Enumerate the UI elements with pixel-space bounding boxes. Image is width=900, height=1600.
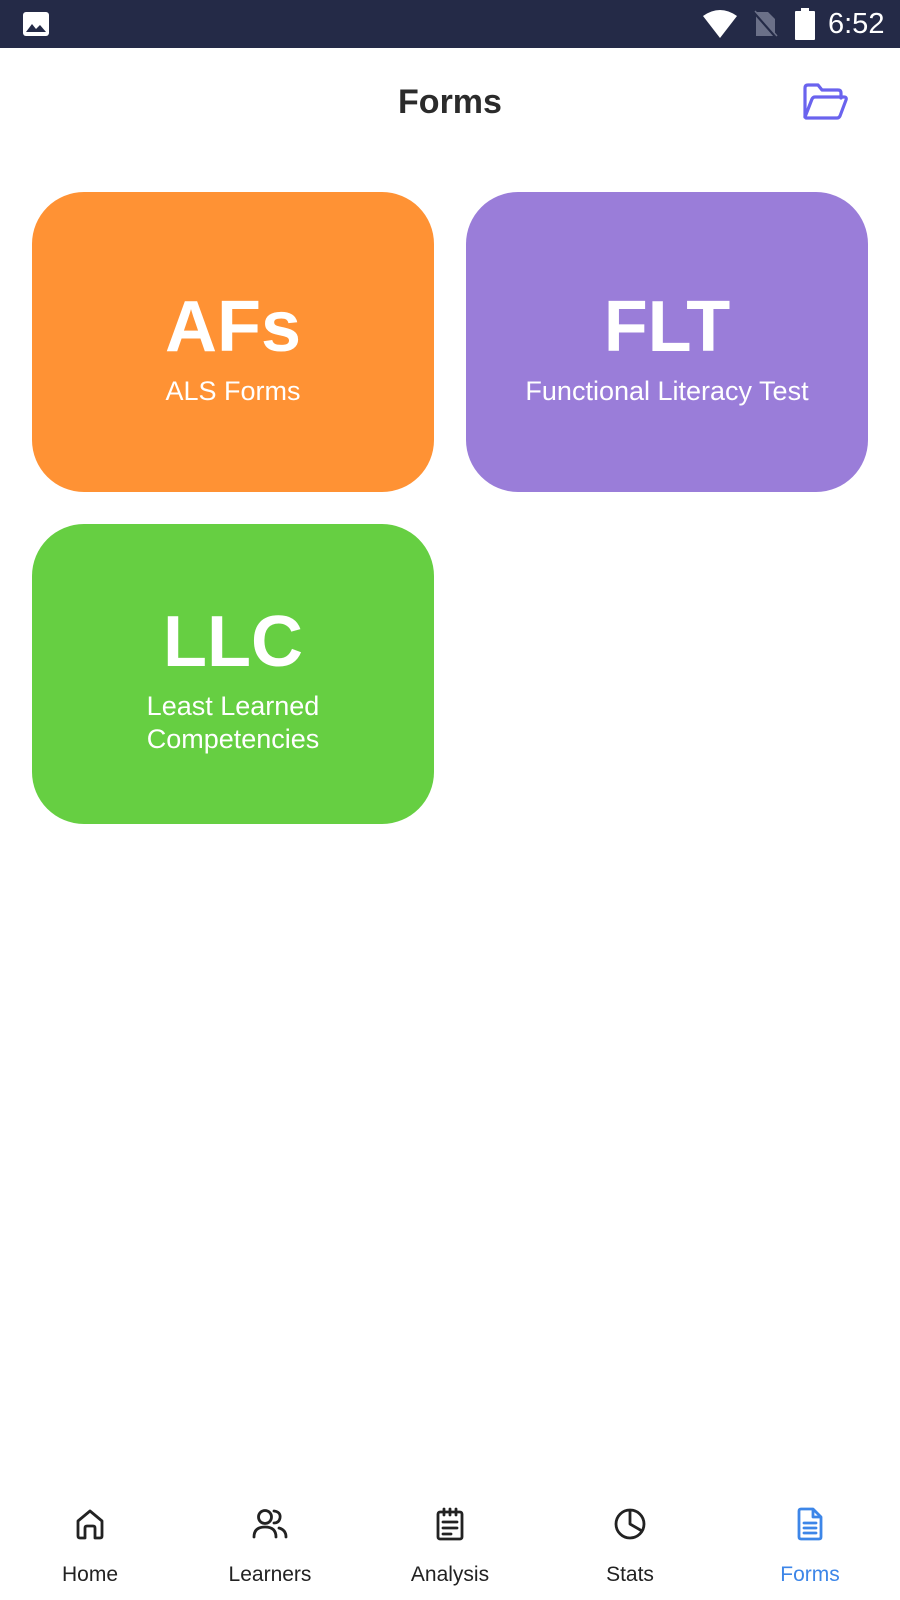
forms-screen: 6:52 Forms AFs ALS Forms FLT Functional … — [0, 0, 900, 1600]
status-time: 6:52 — [828, 8, 885, 40]
battery-icon — [795, 8, 815, 40]
card-label: Least Learned Competencies — [146, 691, 320, 754]
nav-label: Forms — [780, 1563, 840, 1586]
gallery-icon — [23, 12, 49, 36]
folder-open-icon — [803, 83, 848, 120]
card-abbreviation: LLC — [163, 602, 303, 682]
nav-label: Home — [61, 1563, 119, 1586]
nav-item-analysis[interactable]: Analysis — [360, 1486, 540, 1600]
nav-label: Stats — [606, 1563, 654, 1586]
nav-item-learners[interactable]: Learners — [180, 1486, 360, 1600]
als-forms-card[interactable]: AFs ALS Forms — [32, 192, 434, 492]
functional-literacy-test-card[interactable]: FLT Functional Literacy Test — [466, 192, 868, 492]
home-icon — [70, 1504, 110, 1544]
open-folder-button[interactable] — [800, 78, 850, 126]
card-abbreviation: FLT — [603, 287, 731, 367]
app-header: Forms — [0, 48, 900, 158]
bottom-navigation: Home Learners Analysis Stats Forms — [0, 1486, 900, 1600]
document-icon — [790, 1504, 830, 1544]
nav-item-home[interactable]: Home — [0, 1486, 180, 1600]
nav-label: Analysis — [410, 1563, 490, 1586]
page-title: Forms — [398, 83, 502, 121]
card-abbreviation: AFs — [164, 287, 302, 367]
users-icon — [250, 1504, 290, 1544]
clipboard-icon — [430, 1504, 470, 1544]
nav-item-stats[interactable]: Stats — [540, 1486, 720, 1600]
no-sim-icon — [752, 10, 778, 38]
nav-item-forms[interactable]: Forms — [720, 1486, 900, 1600]
card-label: Functional Literacy Test — [525, 376, 809, 406]
status-bar: 6:52 — [0, 0, 900, 48]
least-learned-competencies-card[interactable]: LLC Least Learned Competencies — [32, 524, 434, 824]
nav-label: Learners — [228, 1563, 312, 1586]
pie-chart-icon — [610, 1504, 650, 1544]
wifi-icon — [703, 10, 737, 38]
card-label: ALS Forms — [165, 376, 301, 406]
